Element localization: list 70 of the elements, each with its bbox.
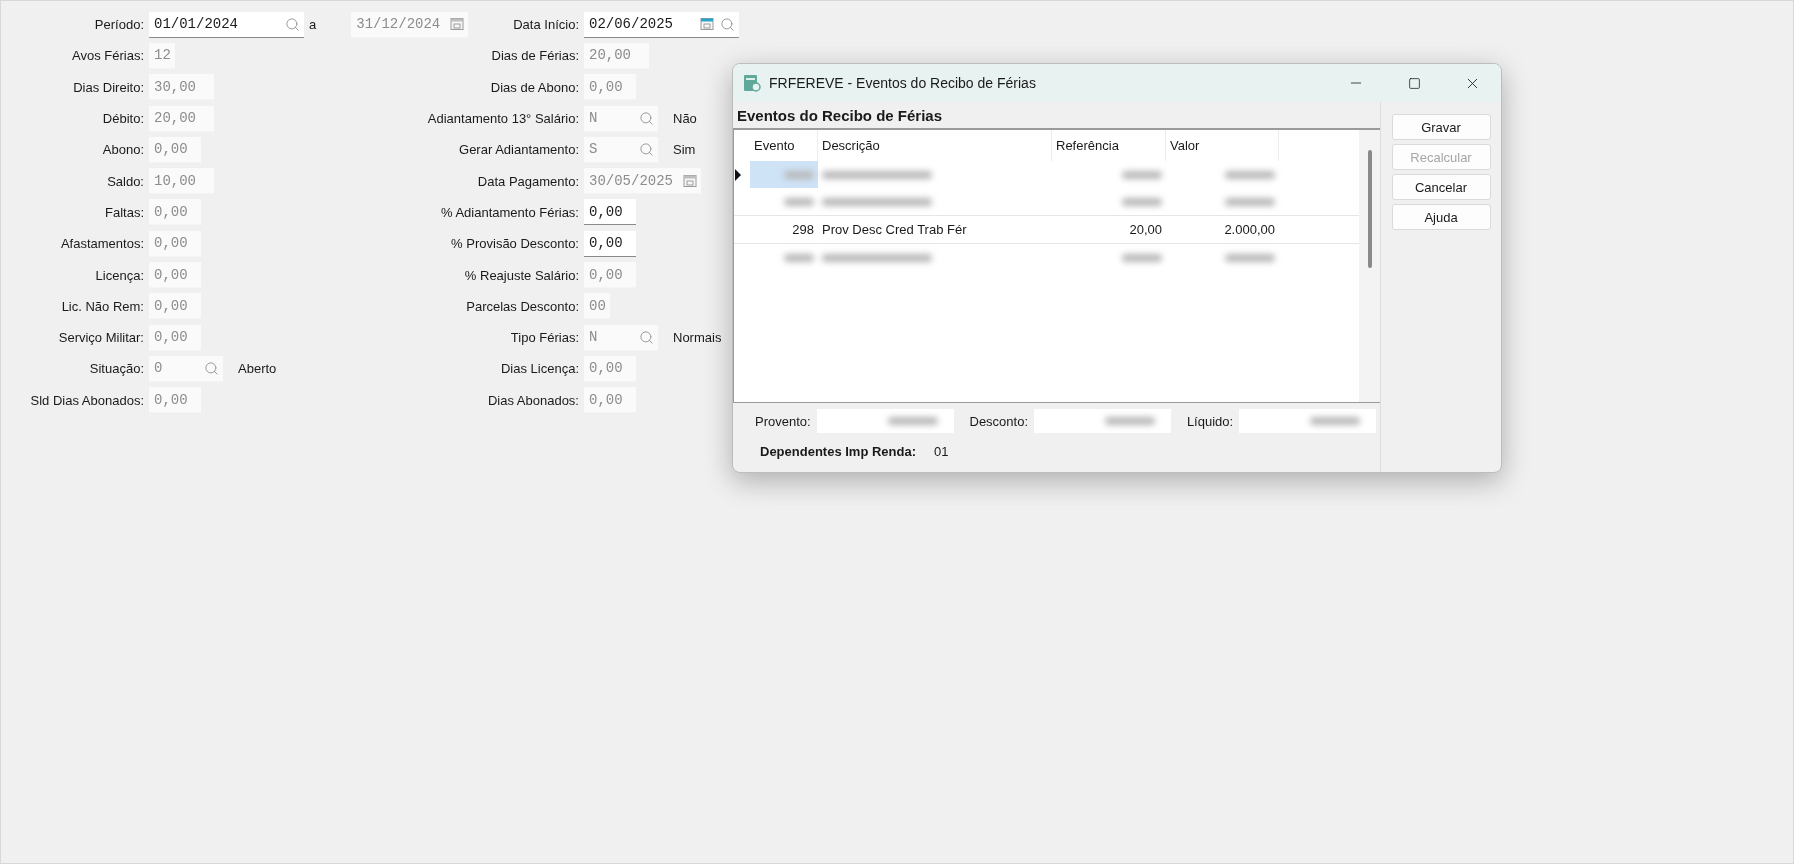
search-icon[interactable] xyxy=(720,16,735,32)
blurred-value xyxy=(1122,253,1162,262)
field-label: Dias de Férias: xyxy=(491,48,579,64)
dependents-value: 01 xyxy=(934,443,949,459)
input-field[interactable]: 02/06/2025 xyxy=(584,11,739,38)
field-description: Sim xyxy=(673,142,696,158)
input-field[interactable]: 0,00 xyxy=(584,230,636,257)
range-separator: a xyxy=(309,17,317,33)
field-label: Parcelas Desconto: xyxy=(466,298,579,314)
field-label: Dias Direito: xyxy=(73,79,144,95)
blurred-value xyxy=(784,170,814,179)
input-field[interactable]: 0,00 xyxy=(584,199,636,226)
blurred-value xyxy=(1225,197,1275,206)
field-label: % Provisão Desconto: xyxy=(451,236,579,252)
blurred-value xyxy=(1104,417,1155,425)
field-label: Data Pagamento: xyxy=(477,173,579,189)
table-cell-text: 298 xyxy=(791,221,815,239)
field-label: Dias Abonados: xyxy=(487,392,579,408)
field-label: Dias de Abono: xyxy=(490,79,579,95)
field-label: Abono: xyxy=(102,142,144,158)
field-label: Lic. Não Rem: xyxy=(61,298,144,314)
field-label: Situação: xyxy=(89,361,144,377)
total-label: Líquido: xyxy=(1186,413,1234,429)
dialog-button[interactable]: Ajuda xyxy=(1391,204,1491,230)
scrollbar[interactable] xyxy=(1359,130,1380,402)
blurred-value xyxy=(1122,170,1162,179)
maximize-icon[interactable] xyxy=(1407,76,1421,90)
field-label: Data Início: xyxy=(513,17,579,33)
blurred-value xyxy=(784,253,814,262)
field-label: Tipo Férias: xyxy=(510,330,579,346)
field-label: % Adiantamento Férias: xyxy=(440,204,579,220)
field-label: Débito: xyxy=(102,111,144,127)
field-description: Normais xyxy=(673,330,722,346)
field-label: Gerar Adiantamento: xyxy=(459,142,579,158)
blurred-value xyxy=(784,197,814,206)
field-label: Dias Licença: xyxy=(500,361,579,377)
total-label: Desconto: xyxy=(969,413,1029,429)
blurred-value xyxy=(1225,253,1275,262)
row-pointer-icon xyxy=(734,167,742,182)
blurred-value xyxy=(887,417,938,425)
field-label: Afastamentos: xyxy=(60,236,144,252)
field-label: Avos Férias: xyxy=(72,48,144,64)
app-icon xyxy=(743,74,761,92)
blurred-value xyxy=(1122,197,1162,206)
input-field[interactable]: 01/01/2024 xyxy=(149,11,304,38)
column-header[interactable]: Referência xyxy=(1052,130,1166,161)
field-description: Aberto xyxy=(238,361,277,377)
table-cell-text: 2.000,00 xyxy=(1223,221,1276,239)
field-label: Período: xyxy=(94,17,144,33)
dependents-label: Dependentes Imp Renda: xyxy=(760,443,917,459)
column-header[interactable]: Descrição xyxy=(818,130,1052,161)
field-label: Licença: xyxy=(95,267,144,283)
field-label: % Reajuste Salário: xyxy=(464,267,579,283)
search-icon[interactable] xyxy=(285,16,300,32)
field-label: Sld Dias Abonados: xyxy=(30,392,144,408)
dialog-button[interactable]: Cancelar xyxy=(1391,174,1491,200)
blurred-value xyxy=(1310,417,1360,425)
table-cell-text: Prov Desc Cred Trab Fér xyxy=(821,221,968,239)
field-label: Faltas: xyxy=(105,204,144,220)
dialog-button[interactable]: Gravar xyxy=(1391,114,1491,140)
blurred-value xyxy=(1225,170,1275,179)
table-cell-text: 20,00 xyxy=(1128,221,1163,239)
field-label: Adiantamento 13° Salário: xyxy=(427,111,579,127)
total-label: Provento: xyxy=(755,413,811,429)
column-header[interactable]: Valor xyxy=(1166,130,1279,161)
field-description: Não xyxy=(673,111,697,127)
field-label: Serviço Militar: xyxy=(58,330,144,346)
field-label: Saldo: xyxy=(107,173,144,189)
calendar-icon[interactable] xyxy=(700,17,714,32)
window-title: FRFEREVE - Eventos do Recibo de Férias xyxy=(769,75,1037,91)
